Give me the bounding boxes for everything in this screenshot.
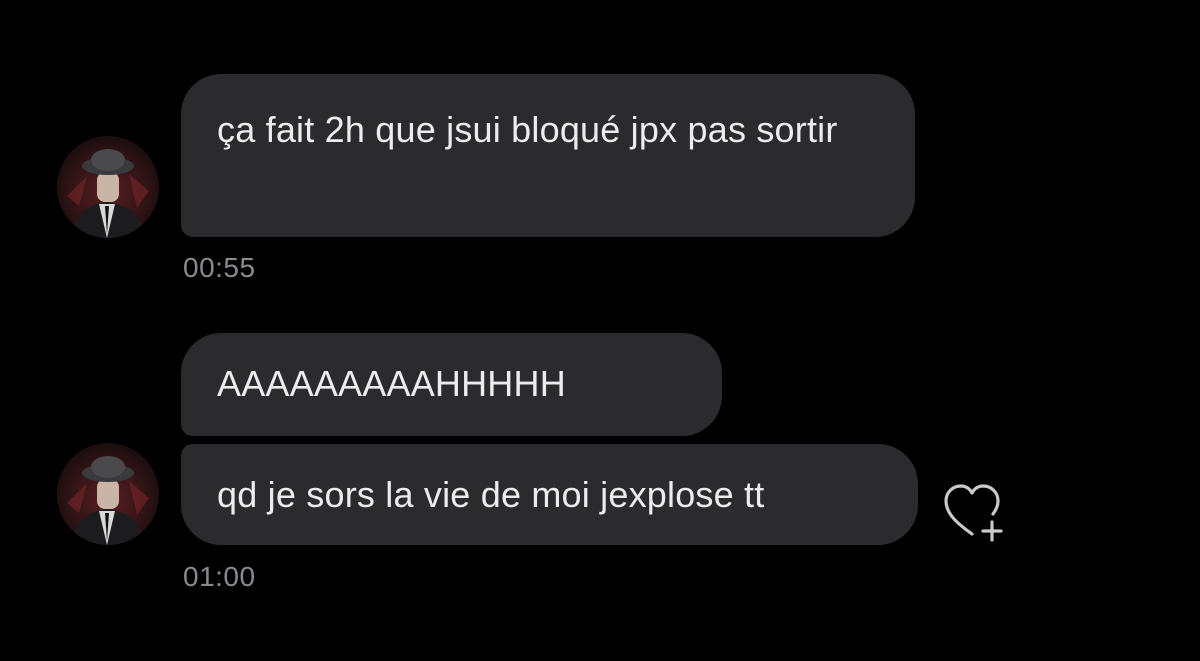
heart-add-icon xyxy=(944,484,1003,542)
message-text: ça fait 2h que jsui bloqué jpx pas sorti… xyxy=(217,109,838,150)
message-text: AAAAAAAAAHHHHH xyxy=(217,363,566,404)
message-text: qd je sors la vie de moi jexplose tt xyxy=(217,474,765,515)
avatar[interactable] xyxy=(57,136,159,238)
user-avatar-icon xyxy=(57,443,159,545)
message-bubble[interactable]: AAAAAAAAAHHHHH xyxy=(181,333,722,436)
message-timestamp: 00:55 xyxy=(183,252,256,283)
add-reaction-button[interactable] xyxy=(940,480,1006,546)
message-bubble[interactable]: ça fait 2h que jsui bloqué jpx pas sorti… xyxy=(181,74,915,237)
user-avatar-icon xyxy=(57,136,159,238)
message-bubble[interactable]: qd je sors la vie de moi jexplose tt xyxy=(181,444,918,545)
avatar[interactable] xyxy=(57,443,159,545)
message-timestamp: 01:00 xyxy=(183,561,256,592)
